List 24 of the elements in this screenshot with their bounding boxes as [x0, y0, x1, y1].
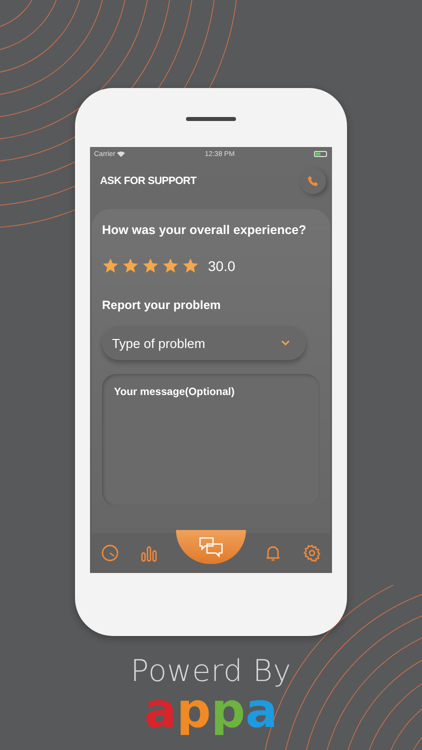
settings-icon [303, 544, 322, 562]
screen-title: ASK FOR SUPPORT [100, 175, 196, 187]
gauge-icon [100, 544, 119, 562]
star-icon [122, 257, 139, 274]
chevron-down-icon [281, 340, 290, 346]
section-heading: Report your problem [102, 298, 222, 312]
problem-type-dropdown[interactable]: Type of problem [102, 326, 306, 360]
phone-speaker [186, 117, 236, 121]
message-input[interactable]: Your message(Optional) [114, 386, 308, 494]
bell-icon [264, 544, 282, 562]
star-icon [102, 257, 119, 274]
powered-by-caption: Powerd By [130, 654, 292, 689]
chat-bubbles-icon [198, 536, 224, 558]
bar-chart-icon [140, 544, 158, 562]
rating-question: How was your overall experience? [102, 223, 308, 237]
battery-icon [314, 151, 328, 157]
rating-score: 30.0 [208, 258, 236, 274]
phone-icon [307, 175, 319, 187]
star-icon [142, 257, 159, 274]
wifi-icon [117, 151, 126, 157]
star-icon [162, 257, 179, 274]
star-rating[interactable] [102, 257, 199, 274]
message-field[interactable]: Your message(Optional) [102, 374, 320, 506]
star-icon [182, 257, 199, 274]
